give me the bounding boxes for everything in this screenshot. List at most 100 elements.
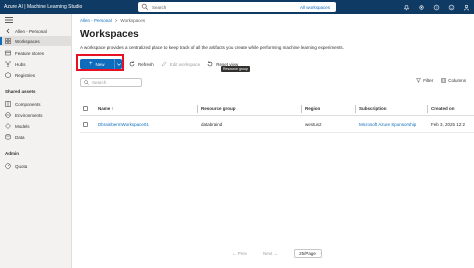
refresh-icon — [129, 61, 135, 67]
edit-icon — [161, 61, 167, 67]
search-scope[interactable]: All workspaces — [300, 5, 330, 10]
sidebar-item-registries[interactable]: Registries — [0, 70, 72, 80]
reset-icon — [207, 61, 213, 67]
resource-group-cell: databraind — [201, 121, 223, 127]
prev-page-button[interactable]: ← Prev — [232, 251, 247, 256]
workspaces-table: Name ↑ Resource group Region Subscriptio… — [80, 102, 474, 133]
select-all-checkbox[interactable] — [83, 106, 88, 111]
breadcrumb-separator: > — [114, 18, 118, 23]
refresh-button[interactable]: Refresh — [129, 61, 154, 67]
sidebar-item-models[interactable]: Models — [0, 121, 72, 131]
columns-icon — [441, 78, 447, 83]
sidebar-item-data[interactable]: Data — [0, 132, 72, 142]
new-button-label: New — [95, 61, 105, 67]
admin-header: Admin — [5, 151, 19, 156]
data-icon — [5, 134, 11, 140]
sidebar-item-workspaces[interactable]: Workspaces — [0, 36, 72, 46]
refresh-label: Refresh — [138, 61, 154, 67]
workspace-switcher[interactable]: Allen - Personal — [0, 26, 72, 36]
registry-icon — [5, 72, 11, 78]
filter-search-placeholder: Search — [92, 80, 107, 85]
app-title[interactable]: Azure AI | Machine Learning Studio — [4, 4, 82, 10]
filter-button[interactable]: Filter — [416, 78, 433, 83]
column-header-resource-group[interactable]: Resource group — [201, 106, 236, 111]
sidebar-item-hubs[interactable]: Hubs — [0, 59, 72, 69]
breadcrumb-current: Workspaces — [120, 18, 146, 23]
sidebar-item-label: Workspaces — [15, 38, 40, 44]
filter-label: Filter — [423, 78, 434, 83]
page-size-value: 25/Page — [299, 251, 316, 256]
page-description: A workspace provides a centralized place… — [80, 45, 344, 50]
feedback-icon[interactable] — [447, 2, 455, 12]
filter-search-input[interactable]: Search — [80, 78, 142, 87]
sidebar-item-label: Environments — [15, 112, 43, 118]
column-divider[interactable] — [355, 105, 356, 113]
column-divider[interactable] — [197, 105, 198, 113]
shared-assets-header: Shared assets — [5, 89, 36, 94]
sort-ascending-icon: ↑ — [111, 106, 114, 111]
column-header-region[interactable]: Region — [305, 106, 320, 111]
notifications-icon[interactable] — [402, 2, 410, 12]
sidebar-item-label: Components — [15, 101, 41, 107]
sidebar-item-label: Feature stores — [15, 50, 45, 56]
search-icon — [84, 80, 89, 85]
next-page-button[interactable]: Next → — [263, 251, 278, 256]
page-size-select[interactable]: 25/Page — [294, 249, 323, 258]
svg-text:?: ? — [435, 5, 437, 9]
breadcrumb: Allen - Personal > Workspaces — [80, 18, 145, 23]
columns-label: Columns — [448, 78, 466, 83]
column-divider[interactable] — [427, 105, 428, 113]
resource-group-tooltip: Resource group — [221, 66, 250, 72]
account-icon[interactable] — [462, 2, 470, 12]
components-icon — [5, 101, 11, 107]
sidebar-item-label: Quota — [15, 163, 28, 169]
top-bar: Azure AI | Machine Learning Studio Searc… — [0, 0, 474, 14]
models-icon — [5, 123, 11, 129]
page-title: Workspaces — [80, 29, 139, 40]
region-cell: westus2 — [305, 121, 322, 127]
search-icon — [141, 3, 149, 11]
sidebar-item-quota[interactable]: Quota — [0, 161, 72, 171]
quota-icon — [5, 163, 11, 169]
hamburger-menu-icon[interactable] — [5, 17, 13, 23]
help-icon[interactable]: ? — [432, 2, 440, 12]
row-checkbox[interactable] — [83, 121, 88, 127]
back-arrow-icon — [6, 28, 10, 34]
plus-icon: + — [89, 61, 93, 67]
workspace-name: Allen - Personal — [15, 28, 47, 34]
column-header-name[interactable]: Name ↑ — [98, 106, 114, 111]
new-button[interactable]: + New — [80, 59, 122, 69]
breadcrumb-root[interactable]: Allen - Personal — [80, 18, 112, 23]
edit-workspace-button[interactable]: Edit workspace — [161, 61, 201, 67]
created-on-cell: Feb 3, 2025 12:2 — [431, 121, 466, 127]
subscription-link[interactable]: Microsoft Azure Sponsorship — [359, 122, 416, 127]
column-header-created-on[interactable]: Created on — [431, 106, 455, 111]
sidebar-item-label: Registries — [15, 72, 36, 78]
table-header-row: Name ↑ Resource group Region Subscriptio… — [80, 102, 474, 116]
pagination: ← Prev Next → 25/Page — [232, 249, 323, 258]
table-row[interactable]: DbrainbermWorkspace01 databraind westus2… — [80, 116, 474, 133]
edit-workspace-label: Edit workspace — [169, 61, 201, 67]
sidebar: Allen - Personal Workspaces Feature stor… — [0, 14, 72, 268]
column-header-subscription[interactable]: Subscription — [359, 106, 387, 111]
sidebar-item-environments[interactable]: Environments — [0, 110, 72, 120]
global-search-box[interactable]: Search All workspaces — [138, 2, 336, 12]
sidebar-item-label: Hubs — [15, 61, 26, 67]
filter-icon — [416, 78, 422, 83]
sidebar-item-label: Data — [15, 134, 25, 140]
chevron-down-icon[interactable] — [115, 62, 122, 66]
settings-icon[interactable] — [417, 2, 425, 12]
chevron-down-icon — [319, 253, 322, 254]
environments-icon — [5, 112, 11, 118]
columns-button[interactable]: Columns — [441, 78, 466, 83]
hub-icon — [5, 61, 11, 67]
workspaces-icon — [5, 38, 11, 44]
global-search-placeholder: Search — [152, 4, 167, 10]
column-divider[interactable] — [301, 105, 302, 113]
sidebar-item-label: Models — [15, 123, 30, 129]
sidebar-item-components[interactable]: Components — [0, 99, 72, 109]
sidebar-item-feature-stores[interactable]: Feature stores — [0, 48, 72, 58]
toolbar: + New Refresh Edit workspace Reset view — [80, 58, 238, 70]
main-content: Allen - Personal > Workspaces Workspaces… — [72, 14, 474, 268]
workspace-name-link[interactable]: DbrainbermWorkspace01 — [98, 122, 149, 127]
